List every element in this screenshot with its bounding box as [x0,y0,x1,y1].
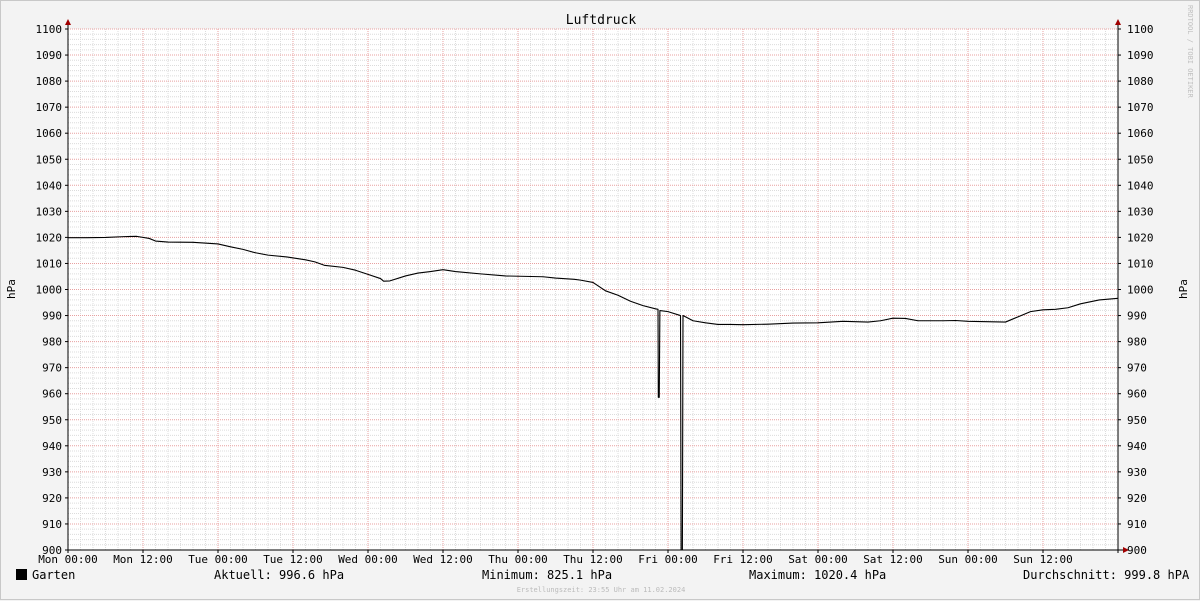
rrdtool-watermark: RRDTOOL / TOBI OETIKER [1186,5,1194,98]
y-tick-label: 910 [1127,518,1147,531]
y-tick-label: 1060 [1127,127,1154,140]
y-tick-label: 1100 [36,23,63,36]
y-tick-label: 1040 [1127,179,1154,192]
y-tick-label: 930 [1127,466,1147,479]
x-tick-label: Sun 00:00 [938,553,998,566]
y-tick-label: 1010 [1127,257,1154,270]
x-tick-label: Fri 00:00 [638,553,698,566]
y-tick-label: 980 [42,336,62,349]
y-tick-label: 960 [1127,388,1147,401]
y-tick-label: 1090 [1127,49,1154,62]
x-tick-label: Fri 12:00 [713,553,773,566]
y-tick-label: 1000 [36,284,63,297]
y-tick-labels-left: 9009109209309409509609709809901000101010… [36,23,63,557]
creation-timestamp: Erstellungszeit: 23:55 Uhr am 11.02.2024 [516,586,686,594]
y-axis-arrow-icon [1115,19,1121,25]
legend-durchschnitt: Durchschnitt: 999.8 hPA [1023,568,1190,582]
x-tick-label: Thu 12:00 [563,553,623,566]
legend-maximum: Maximum: 1020.4 hPa [749,568,887,582]
x-tick-label: Thu 00:00 [488,553,548,566]
y-tick-label: 940 [1127,440,1147,453]
y-tick-label: 1080 [1127,75,1154,88]
y-tick-label: 930 [42,466,62,479]
legend-series: Garten [16,568,75,582]
y-tick-label: 1020 [36,231,63,244]
x-tick-label: Sat 00:00 [788,553,848,566]
y-tick-labels-right: 900 910 920 930 940 950 960 970 980 990 1000 1010 10… [1127,23,1154,557]
y-tick-label: 970 [1127,362,1147,375]
y-tick-label: 920 [42,492,62,505]
pressure-chart: 900 910 920 930 940 950 960 970 980 990 1000 1010 10… [5,13,1190,566]
y-axis-arrow-icon [65,19,71,25]
legend-aktuell: Aktuell: 996.6 hPa [214,568,345,582]
x-tick-label: Sat 12:00 [863,553,923,566]
y-tick-label: 1030 [36,205,63,218]
y-tick-label: 960 [42,388,62,401]
y-tick-label: 1080 [36,75,63,88]
y-tick-label: 1030 [1127,205,1154,218]
y-tick-label: 1090 [36,49,63,62]
y-tick-label: 970 [42,362,62,375]
x-tick-label: Mon 12:00 [113,553,173,566]
y-tick-label: 920 [1127,492,1147,505]
legend-minimum: Minimum: 825.1 hPa [482,568,613,582]
legend-series-name: Garten [32,568,76,582]
y-axis-label-right: hPa [1177,279,1190,299]
y-tick-label: 990 [42,310,62,323]
x-tick-label: Tue 12:00 [263,553,323,566]
x-tick-label: Wed 00:00 [338,553,398,566]
x-tick-label: Mon 00:00 [38,553,98,566]
x-tick-label: Sun 12:00 [1013,553,1073,566]
y-tick-label: 1050 [1127,153,1154,166]
y-tick-label: 950 [1127,414,1147,427]
y-axis-label-left: hPa [5,279,18,299]
x-tick-label: Tue 00:00 [188,553,248,566]
y-tick-label: 1040 [36,179,63,192]
y-tick-label: 1070 [1127,101,1154,114]
y-tick-label: 950 [42,414,62,427]
y-tick-label: 1050 [36,153,63,166]
y-tick-label: 1100 [1127,23,1154,36]
y-tick-label: 1020 [1127,231,1154,244]
x-tick-label: Wed 12:00 [413,553,473,566]
graph-frame: 900 910 920 930 940 950 960 970 980 990 1000 1010 10… [0,0,1200,600]
legend-swatch-icon [16,569,27,580]
x-tick-labels: Mon 00:00 Mon 12:00 Tue 00:00 Tue 12:00 Wed … [38,553,1073,566]
y-tick-label: 990 [1127,310,1147,323]
y-tick-label: 980 [1127,336,1147,349]
y-tick-label: 1000 [1127,284,1154,297]
y-tick-label: 910 [42,518,62,531]
y-tick-label: 1060 [36,127,63,140]
y-tick-label: 900 [1127,544,1147,557]
y-tick-label: 940 [42,440,62,453]
chart-title: Luftdruck [566,13,637,28]
y-tick-label: 1010 [36,257,63,270]
y-tick-label: 1070 [36,101,63,114]
